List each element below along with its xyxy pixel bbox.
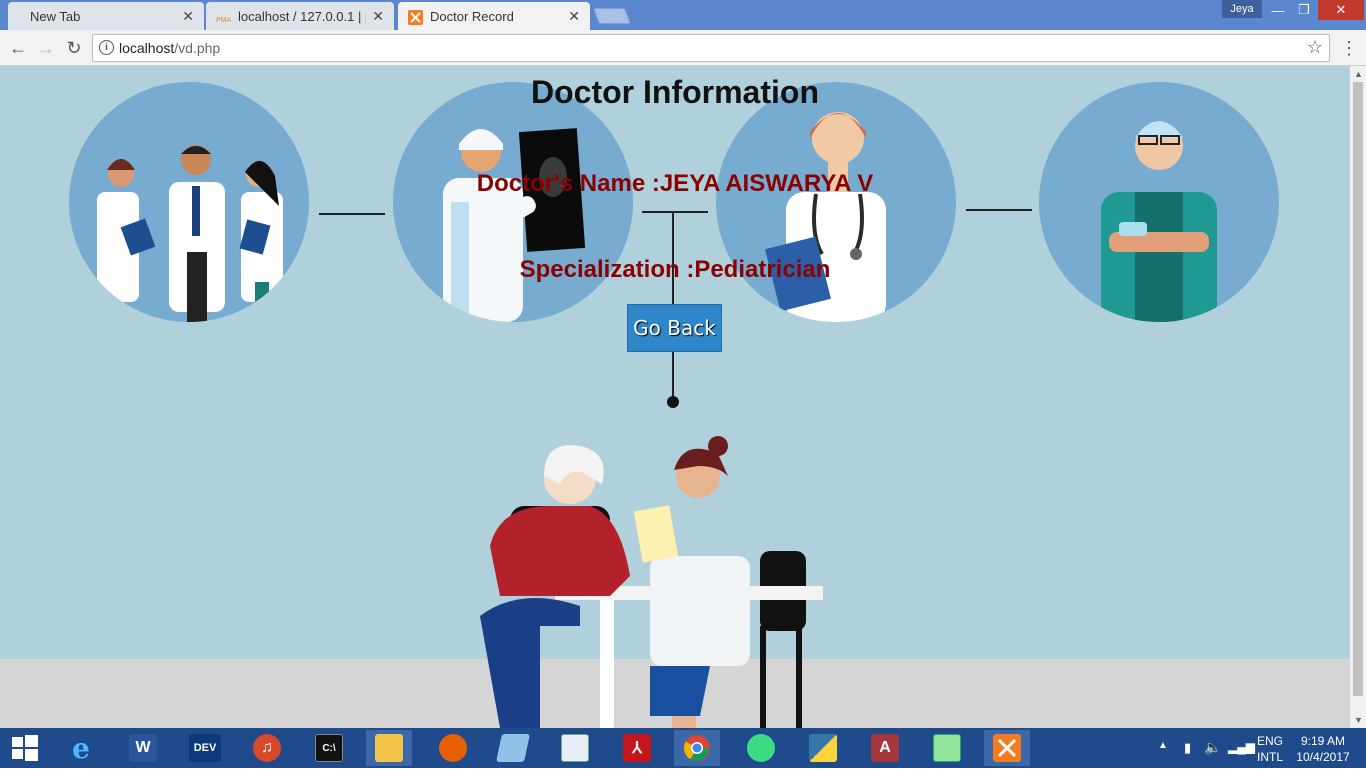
- profile-button[interactable]: Jeya: [1222, 0, 1262, 18]
- scroll-down-arrow-icon[interactable]: ▼: [1354, 715, 1363, 725]
- site-info-icon[interactable]: i: [99, 40, 114, 55]
- acrobat-icon[interactable]: ⅄: [614, 730, 660, 766]
- internet-explorer-icon[interactable]: e: [58, 730, 104, 766]
- devcpp-label: DEV: [189, 734, 221, 762]
- url-host: localhost: [119, 40, 175, 56]
- language-indicator[interactable]: ENG INTL: [1257, 733, 1283, 773]
- tab-close-icon[interactable]: ✕: [372, 8, 384, 25]
- scrollbar-thumb[interactable]: [1353, 82, 1363, 696]
- page-scrollbar[interactable]: ▲ ▼: [1350, 66, 1366, 728]
- chrome-icon[interactable]: [674, 730, 720, 766]
- connector-line: [319, 213, 385, 215]
- restore-icon[interactable]: ❐: [1290, 0, 1318, 20]
- bookmark-star-icon[interactable]: ☆: [1307, 37, 1323, 58]
- surgeon-illustration: [1039, 82, 1279, 322]
- tab-doctor-record[interactable]: Doctor Record ✕: [398, 2, 590, 30]
- word-icon[interactable]: W: [120, 730, 166, 766]
- address-bar[interactable]: i localhost/vd.php ☆: [92, 34, 1330, 62]
- network-signal-icon[interactable]: ▂▄▆: [1228, 740, 1255, 780]
- browser-menu-icon[interactable]: ⋮: [1340, 38, 1358, 59]
- devcpp-icon[interactable]: DEV: [182, 730, 228, 766]
- minimize-icon[interactable]: —: [1264, 0, 1292, 20]
- connector-line: [642, 211, 708, 213]
- url-path: /vd.php: [174, 40, 221, 56]
- reload-icon[interactable]: ↻: [62, 36, 86, 60]
- forward-arrow-icon[interactable]: →: [34, 36, 58, 60]
- command-prompt-icon[interactable]: C:\: [306, 730, 352, 766]
- specialization-text: Specialization :Pediatrician: [519, 256, 831, 283]
- access-icon[interactable]: A: [862, 730, 908, 766]
- consultation-illustration: [460, 436, 830, 728]
- windows-taskbar: e W DEV ♫ C:\ ⅄ A ▲ ▮ 🔈 ▂▄▆ ENG INTL 9:1…: [0, 728, 1366, 768]
- python-icon[interactable]: [800, 730, 846, 766]
- tab-new-tab[interactable]: New Tab ✕: [8, 2, 204, 30]
- xampp-icon[interactable]: [984, 730, 1030, 766]
- file-explorer-icon[interactable]: [366, 730, 412, 766]
- clock[interactable]: 9:19 AM 10/4/2017: [1296, 733, 1350, 773]
- page-title: Doctor Information: [531, 74, 819, 110]
- doctors-team-illustration: [69, 82, 309, 322]
- connector-dot: [667, 396, 679, 408]
- url-text: localhost/vd.php: [119, 40, 220, 56]
- clock-date: 10/4/2017: [1296, 750, 1350, 764]
- tab-close-icon[interactable]: ✕: [568, 8, 580, 25]
- page-viewport: Doctor Information Doctor's Name :JEYA A…: [0, 66, 1350, 728]
- tab-phpmyadmin[interactable]: PMA localhost / 127.0.0.1 | phpMyAdmin ✕: [206, 2, 394, 30]
- browser-titlebar: New Tab ✕ PMA localhost / 127.0.0.1 | ph…: [0, 0, 1366, 30]
- lang-top: ENG: [1257, 734, 1284, 748]
- firefox-icon[interactable]: [430, 730, 476, 766]
- headphones-app-icon[interactable]: ♫: [244, 730, 290, 766]
- windows-start-icon[interactable]: [2, 730, 48, 766]
- xampp-tab-icon: [408, 10, 423, 25]
- notepadpp-icon[interactable]: [924, 730, 970, 766]
- close-window-icon[interactable]: ✕: [1318, 0, 1364, 20]
- document-viewer-icon[interactable]: [552, 730, 598, 766]
- female-doctor-illustration: [716, 82, 956, 322]
- scroll-up-arrow-icon[interactable]: ▲: [1354, 69, 1363, 79]
- doctor-name-text: Doctor's Name :JEYA AISWARYA V: [476, 170, 874, 197]
- volume-icon[interactable]: 🔈: [1204, 739, 1221, 779]
- new-tab-button[interactable]: [593, 8, 631, 24]
- android-studio-icon[interactable]: [738, 730, 784, 766]
- phpmyadmin-icon: PMA: [216, 10, 232, 24]
- back-arrow-icon[interactable]: ←: [6, 36, 30, 60]
- tab-close-icon[interactable]: ✕: [182, 8, 194, 25]
- connector-line: [966, 209, 1032, 211]
- browser-toolbar: ← → ↻ i localhost/vd.php ☆ ⋮: [0, 30, 1366, 66]
- svg-text:PMA: PMA: [216, 17, 232, 24]
- go-back-button[interactable]: Go Back: [627, 304, 722, 352]
- lang-bottom: INTL: [1257, 750, 1284, 764]
- xray-doctor-illustration: [393, 82, 633, 322]
- tab-label: localhost / 127.0.0.1 | phpMyAdmin: [238, 8, 366, 24]
- clock-time: 9:19 AM: [1300, 734, 1346, 748]
- notepad-icon[interactable]: [490, 730, 536, 766]
- battery-icon[interactable]: ▮: [1184, 740, 1191, 780]
- tab-label: Doctor Record: [430, 8, 514, 24]
- tray-chevron-icon[interactable]: ▲: [1158, 740, 1168, 780]
- tab-label: New Tab: [30, 8, 81, 24]
